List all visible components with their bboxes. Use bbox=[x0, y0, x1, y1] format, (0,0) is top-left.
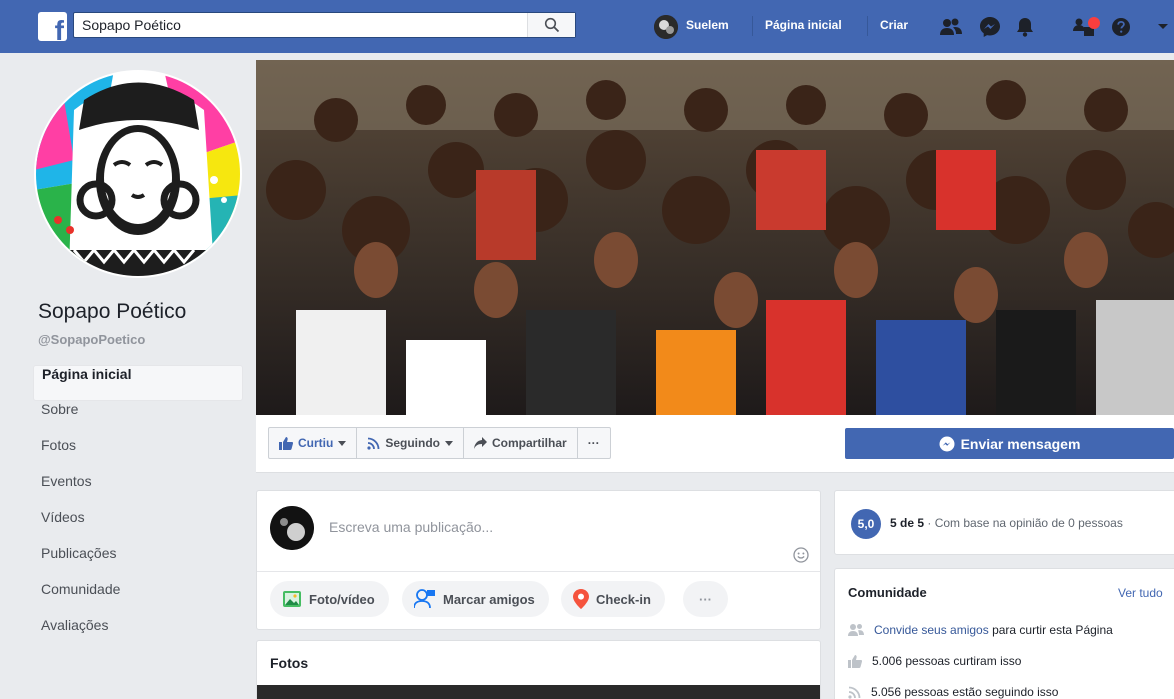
nav-item-videos[interactable]: Vídeos bbox=[33, 509, 243, 545]
followers-count-text: 5.056 pessoas estão seguindo isso bbox=[871, 685, 1059, 699]
invite-friends-icon bbox=[848, 624, 864, 636]
more-options-label: ··· bbox=[587, 436, 600, 450]
rss-follow-icon bbox=[367, 437, 380, 450]
page-actions-group: Curtiu Seguindo Compartilhar ··· bbox=[268, 427, 611, 459]
account-menu-chevron-down-icon[interactable] bbox=[1150, 14, 1174, 40]
rating-card: 5,0 5 de 5 · Com base na opinião de 0 pe… bbox=[834, 490, 1174, 555]
emoji-icon[interactable] bbox=[793, 547, 809, 568]
composer-more-label: ··· bbox=[699, 591, 712, 607]
likes-count-row: 5.006 pessoas curtiram isso bbox=[848, 652, 1021, 670]
search-button[interactable] bbox=[527, 13, 575, 37]
nav-item-reviews[interactable]: Avaliações bbox=[33, 617, 243, 653]
post-composer: Escreva uma publicação... Foto/vídeo Mar… bbox=[256, 490, 821, 630]
search-input[interactable] bbox=[74, 13, 529, 37]
home-link[interactable]: Página inicial bbox=[765, 18, 842, 32]
thumbs-up-icon bbox=[279, 436, 293, 450]
composer-more-button[interactable]: ··· bbox=[683, 581, 728, 617]
chevron-down-icon bbox=[445, 440, 453, 446]
photo-video-button[interactable]: Foto/vídeo bbox=[270, 581, 389, 617]
search-box bbox=[73, 12, 576, 38]
share-button[interactable]: Compartilhar bbox=[464, 428, 578, 458]
rating-summary: 5 de 5 · Com base na opinião de 0 pessoa… bbox=[890, 516, 1123, 530]
location-pin-icon bbox=[573, 589, 589, 609]
liked-button[interactable]: Curtiu bbox=[269, 428, 358, 458]
rating-badge[interactable]: 5,0 bbox=[851, 509, 881, 539]
following-button-label: Seguindo bbox=[385, 436, 440, 450]
liked-button-label: Curtiu bbox=[298, 436, 334, 450]
nav-item-community[interactable]: Comunidade bbox=[33, 581, 243, 617]
rss-follow-icon bbox=[848, 686, 861, 699]
profile-picture[interactable] bbox=[34, 70, 242, 278]
top-navigation-bar: f Suelem Página inicial Criar bbox=[0, 0, 1174, 53]
send-message-label: Enviar mensagem bbox=[960, 435, 1081, 452]
user-profile-link[interactable]: Suelem bbox=[686, 18, 729, 32]
check-in-button[interactable]: Check-in bbox=[561, 581, 665, 617]
send-message-button[interactable]: Enviar mensagem bbox=[845, 428, 1174, 459]
rating-basis: · Com base na opinião de 0 pessoas bbox=[924, 516, 1123, 530]
search-icon bbox=[544, 17, 559, 33]
invite-friends-rest: para curtir esta Página bbox=[988, 623, 1113, 637]
share-arrow-icon bbox=[474, 437, 487, 449]
friend-requests-icon[interactable] bbox=[938, 14, 964, 40]
following-button[interactable]: Seguindo bbox=[357, 428, 464, 458]
followers-count-row: 5.056 pessoas estão seguindo isso bbox=[848, 683, 1058, 699]
divider bbox=[752, 16, 753, 36]
thumbs-up-icon bbox=[848, 654, 862, 668]
tag-friends-button[interactable]: Marcar amigos bbox=[402, 581, 549, 617]
cover-photo[interactable] bbox=[256, 60, 1174, 415]
photos-section-title[interactable]: Fotos bbox=[270, 655, 308, 671]
community-card: Comunidade Ver tudo Convide seus amigos … bbox=[834, 568, 1174, 699]
help-question-icon[interactable] bbox=[1108, 14, 1134, 40]
nav-item-photos[interactable]: Fotos bbox=[33, 437, 243, 473]
more-options-button[interactable]: ··· bbox=[578, 428, 610, 458]
photo-video-label: Foto/vídeo bbox=[309, 591, 375, 607]
write-post-input[interactable]: Escreva uma publicação... bbox=[329, 519, 493, 535]
photos-preview[interactable] bbox=[257, 685, 820, 699]
invite-friends-row: Convide seus amigos para curtir esta Pág… bbox=[848, 621, 1113, 639]
notification-badge bbox=[1088, 17, 1100, 29]
divider bbox=[867, 16, 868, 36]
chevron-down-icon bbox=[338, 440, 347, 446]
invite-friends-text: Convide seus amigos para curtir esta Pág… bbox=[874, 623, 1113, 637]
page-navigation: Página inicial Sobre Fotos Eventos Vídeo… bbox=[33, 365, 243, 653]
share-button-label: Compartilhar bbox=[492, 436, 567, 450]
tag-friends-label: Marcar amigos bbox=[443, 591, 535, 607]
composer-avatar bbox=[270, 506, 314, 550]
page-username[interactable]: @SopapoPoetico bbox=[38, 332, 145, 347]
invite-friends-link[interactable]: Convide seus amigos bbox=[874, 623, 989, 637]
nav-item-posts[interactable]: Publicações bbox=[33, 545, 243, 581]
rating-score: 5 de 5 bbox=[890, 516, 925, 530]
photo-icon bbox=[283, 591, 301, 607]
page-title: Sopapo Poético bbox=[38, 300, 187, 323]
user-avatar[interactable] bbox=[654, 15, 678, 39]
messenger-icon[interactable] bbox=[977, 14, 1003, 40]
nav-item-home[interactable]: Página inicial bbox=[33, 365, 243, 401]
community-title: Comunidade bbox=[848, 585, 927, 600]
tag-friends-icon bbox=[414, 589, 435, 609]
see-all-link[interactable]: Ver tudo bbox=[1118, 586, 1163, 600]
photos-section: Fotos bbox=[256, 640, 821, 699]
likes-count-text: 5.006 pessoas curtiram isso bbox=[872, 654, 1022, 668]
page-action-bar: Curtiu Seguindo Compartilhar ··· Enviar … bbox=[256, 415, 1174, 473]
notifications-bell-icon[interactable] bbox=[1012, 14, 1038, 40]
nav-item-events[interactable]: Eventos bbox=[33, 473, 243, 509]
check-in-label: Check-in bbox=[596, 591, 651, 607]
create-link[interactable]: Criar bbox=[880, 18, 908, 32]
nav-item-about[interactable]: Sobre bbox=[33, 401, 243, 437]
facebook-page: f Suelem Página inicial Criar bbox=[0, 0, 1174, 699]
facebook-logo-icon[interactable]: f bbox=[38, 12, 67, 41]
composer-actions: Foto/vídeo Marcar amigos Check-in ··· bbox=[257, 571, 820, 629]
messenger-icon bbox=[939, 436, 955, 451]
facebook-logo-letter: f bbox=[54, 15, 64, 42]
